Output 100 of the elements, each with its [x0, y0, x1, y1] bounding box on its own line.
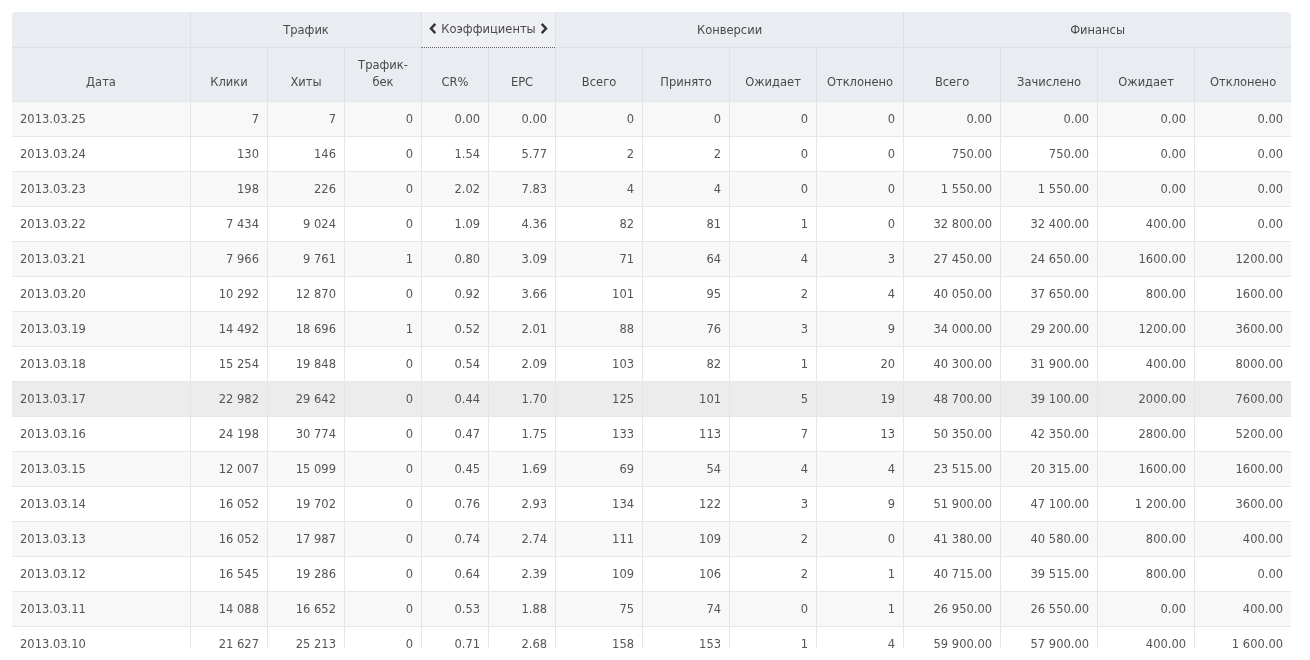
- table-row[interactable]: 2013.03.21 7 966 9 761 1 0.80 3.09 71 64 4 3 27 450.00 24 650.00 1600.00 1200.00: [12, 241, 1292, 276]
- table-cell: 3: [729, 486, 817, 521]
- table-cell: 24 650.00: [1000, 241, 1098, 276]
- table-row[interactable]: 2013.03.10 21 627 25 213 0 0.71 2.68 158 153 1 4 59 900.00 57 900.00 400.00 1 600.00: [12, 626, 1292, 648]
- table-row[interactable]: 2013.03.20 10 292 12 870 0 0.92 3.66 101 95 2 4 40 050.00 37 650.00 800.00 1600.00: [12, 276, 1292, 311]
- table-cell: 23 515.00: [903, 451, 1001, 486]
- column-header[interactable]: Дата: [12, 48, 190, 101]
- table-cell: 9: [816, 486, 904, 521]
- table-cell: 2013.03.23: [12, 171, 190, 206]
- table-cell: 69: [555, 451, 643, 486]
- table-cell: 81: [642, 206, 730, 241]
- table-cell: 0.71: [421, 626, 488, 648]
- column-header[interactable]: EPC: [488, 48, 556, 101]
- table-cell: 2.39: [488, 556, 556, 591]
- table-cell: 0.76: [421, 486, 488, 521]
- table-cell: 29 200.00: [1000, 311, 1098, 346]
- column-header[interactable]: CR%: [421, 48, 488, 101]
- table-cell: 1.75: [488, 416, 556, 451]
- table-cell: 0: [344, 486, 421, 521]
- table-cell: 74: [642, 591, 730, 626]
- table-cell: 0.00: [1097, 171, 1195, 206]
- column-header[interactable]: Отклонено: [1194, 48, 1292, 101]
- table-cell: 50 350.00: [903, 416, 1001, 451]
- table-cell: 2013.03.13: [12, 521, 190, 556]
- table-cell: 0.00: [1000, 101, 1098, 136]
- column-header[interactable]: Отклонено: [816, 48, 904, 101]
- table-cell: 109: [642, 521, 730, 556]
- column-header[interactable]: Трафик-бек: [344, 48, 421, 101]
- table-cell: 54: [642, 451, 730, 486]
- table-cell: 10 292: [190, 276, 267, 311]
- chevron-right-icon[interactable]: [539, 23, 548, 35]
- table-cell: 0.45: [421, 451, 488, 486]
- table-cell: 16 545: [190, 556, 267, 591]
- table-cell: 2013.03.17: [12, 381, 190, 416]
- table-row[interactable]: 2013.03.25 7 7 0 0.00 0.00 0 0 0 0 0.00 0.00 0.00 0.00: [12, 101, 1292, 136]
- table-row[interactable]: 2013.03.16 24 198 30 774 0 0.47 1.75 133 113 7 13 50 350.00 42 350.00 2800.00 5200.00: [12, 416, 1292, 451]
- column-header[interactable]: Принято: [642, 48, 730, 101]
- table-cell: 7: [267, 101, 344, 136]
- table-row[interactable]: 2013.03.18 15 254 19 848 0 0.54 2.09 103 82 1 20 40 300.00 31 900.00 400.00 8000.00: [12, 346, 1292, 381]
- table-cell: 400.00: [1194, 521, 1292, 556]
- column-header[interactable]: Всего: [555, 48, 643, 101]
- column-header[interactable]: Ожидает: [729, 48, 817, 101]
- table-cell: 1600.00: [1097, 241, 1195, 276]
- table-row[interactable]: 2013.03.13 16 052 17 987 0 0.74 2.74 111 109 2 0 41 380.00 40 580.00 800.00 400.00: [12, 521, 1292, 556]
- table-cell: 41 380.00: [903, 521, 1001, 556]
- column-header[interactable]: Зачислено: [1000, 48, 1098, 101]
- table-row[interactable]: 2013.03.22 7 434 9 024 0 1.09 4.36 82 81 1 0 32 800.00 32 400.00 400.00 0.00: [12, 206, 1292, 241]
- table-cell: 39 515.00: [1000, 556, 1098, 591]
- table-cell: 0.52: [421, 311, 488, 346]
- column-header[interactable]: Всего: [903, 48, 1001, 101]
- table-row[interactable]: 2013.03.12 16 545 19 286 0 0.64 2.39 109 106 2 1 40 715.00 39 515.00 800.00 0.00: [12, 556, 1292, 591]
- table-cell: 13: [816, 416, 904, 451]
- chevron-left-icon[interactable]: [429, 23, 438, 35]
- table-cell: 103: [555, 346, 643, 381]
- table-cell: 4: [816, 276, 904, 311]
- table-row[interactable]: 2013.03.14 16 052 19 702 0 0.76 2.93 134 122 3 9 51 900.00 47 100.00 1 200.00 3600.00: [12, 486, 1292, 521]
- table-cell: 48 700.00: [903, 381, 1001, 416]
- table-cell: 75: [555, 591, 643, 626]
- table-cell: 19 286: [267, 556, 344, 591]
- table-cell: 0: [729, 591, 817, 626]
- table-cell: 226: [267, 171, 344, 206]
- table-cell: 7 966: [190, 241, 267, 276]
- table-row[interactable]: 2013.03.17 22 982 29 642 0 0.44 1.70 125 101 5 19 48 700.00 39 100.00 2000.00 7600.00: [12, 381, 1292, 416]
- table-cell: 4.36: [488, 206, 556, 241]
- table-cell: 4: [729, 241, 817, 276]
- table-cell: 0: [344, 521, 421, 556]
- column-group-header: Финансы: [903, 12, 1292, 48]
- table-cell: 16 652: [267, 591, 344, 626]
- table-cell: 0.00: [488, 101, 556, 136]
- table-cell: 40 580.00: [1000, 521, 1098, 556]
- table-cell: 0.80: [421, 241, 488, 276]
- column-header[interactable]: Ожидает: [1097, 48, 1195, 101]
- table-cell: 17 987: [267, 521, 344, 556]
- table-cell: 1600.00: [1097, 451, 1195, 486]
- table-row[interactable]: 2013.03.15 12 007 15 099 0 0.45 1.69 69 54 4 4 23 515.00 20 315.00 1600.00 1600.00: [12, 451, 1292, 486]
- table-cell: 95: [642, 276, 730, 311]
- table-cell: 32 800.00: [903, 206, 1001, 241]
- table-cell: 750.00: [1000, 136, 1098, 171]
- table-cell: 0: [344, 276, 421, 311]
- table-cell: 12 007: [190, 451, 267, 486]
- table-cell: 2013.03.10: [12, 626, 190, 648]
- table-cell: 158: [555, 626, 643, 648]
- table-cell: 7 434: [190, 206, 267, 241]
- table-cell: 9 761: [267, 241, 344, 276]
- column-header[interactable]: Хиты: [267, 48, 344, 101]
- table-row[interactable]: 2013.03.24 130 146 0 1.54 5.77 2 2 0 0 750.00 750.00 0.00 0.00: [12, 136, 1292, 171]
- table-cell: 2000.00: [1097, 381, 1195, 416]
- table-row[interactable]: 2013.03.11 14 088 16 652 0 0.53 1.88 75 74 0 1 26 950.00 26 550.00 0.00 400.00: [12, 591, 1292, 626]
- table-cell: 5: [729, 381, 817, 416]
- column-header[interactable]: Клики: [190, 48, 267, 101]
- table-row[interactable]: 2013.03.23 198 226 0 2.02 7.83 4 4 0 0 1 550.00 1 550.00 0.00 0.00: [12, 171, 1292, 206]
- table-row[interactable]: 2013.03.19 14 492 18 696 1 0.52 2.01 88 76 3 9 34 000.00 29 200.00 1200.00 3600.00: [12, 311, 1292, 346]
- table-cell: 4: [816, 451, 904, 486]
- table-cell: 21 627: [190, 626, 267, 648]
- table-cell: 4: [816, 626, 904, 648]
- table-cell: 0.53: [421, 591, 488, 626]
- table-cell: 18 696: [267, 311, 344, 346]
- table-cell: 0.00: [1194, 136, 1292, 171]
- table-cell: 106: [642, 556, 730, 591]
- table-cell: 40 715.00: [903, 556, 1001, 591]
